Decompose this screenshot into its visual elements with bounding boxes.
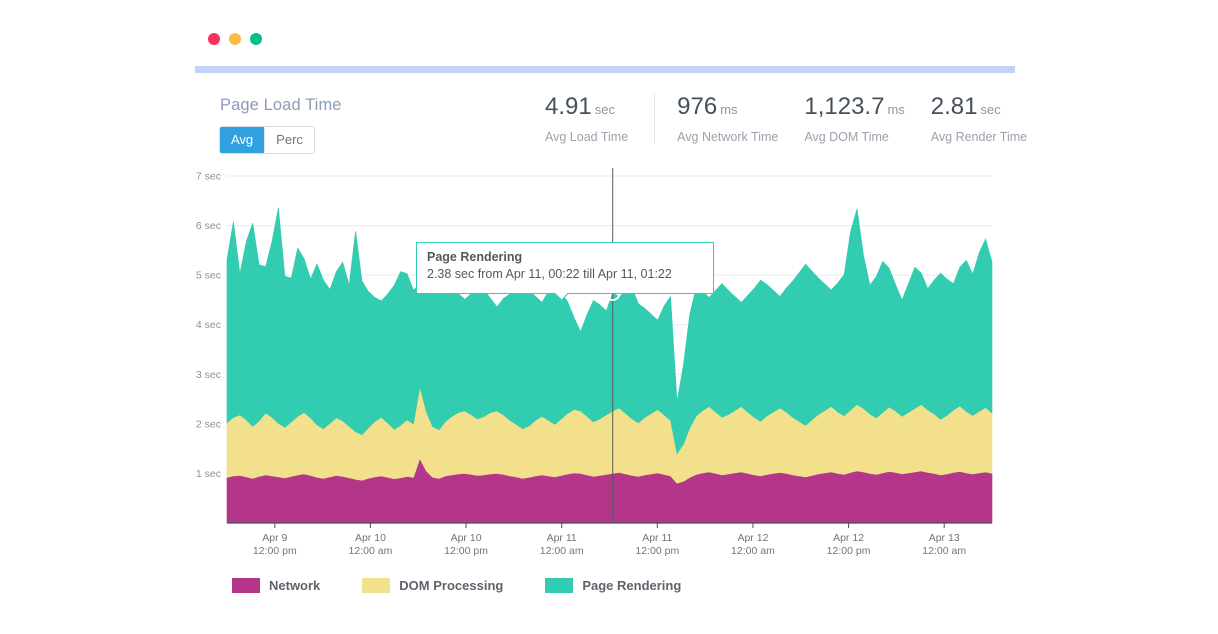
- svg-text:Apr 9: Apr 9: [262, 532, 287, 544]
- svg-text:Apr 11: Apr 11: [642, 532, 672, 544]
- svg-text:6 sec: 6 sec: [196, 220, 221, 232]
- metric-label: Avg Network Time: [677, 130, 779, 144]
- svg-text:2 sec: 2 sec: [196, 418, 221, 430]
- tooltip-body: 2.38 sec from Apr 11, 00:22 till Apr 11,…: [427, 267, 672, 281]
- chart-legend: Network DOM Processing Page Rendering: [232, 578, 723, 593]
- aggregation-toggle[interactable]: Avg Perc: [219, 126, 315, 154]
- legend-item-dom-processing[interactable]: DOM Processing: [362, 578, 503, 593]
- svg-text:12:00 pm: 12:00 pm: [253, 545, 297, 557]
- svg-text:12:00 pm: 12:00 pm: [444, 545, 488, 557]
- legend-swatch: [232, 578, 260, 593]
- svg-text:1 sec: 1 sec: [196, 468, 221, 480]
- svg-text:12:00 am: 12:00 am: [540, 545, 584, 557]
- tooltip-notch: [554, 293, 568, 302]
- svg-text:12:00 am: 12:00 am: [922, 545, 966, 557]
- svg-text:Apr 11: Apr 11: [547, 532, 577, 544]
- legend-label: Network: [269, 578, 321, 593]
- legend-swatch: [545, 578, 574, 593]
- svg-text:7 sec: 7 sec: [196, 171, 221, 183]
- close-icon[interactable]: [208, 33, 220, 45]
- svg-text:Apr 10: Apr 10: [355, 532, 386, 544]
- svg-text:12:00 pm: 12:00 pm: [635, 545, 679, 557]
- page-title: Page Load Time: [220, 96, 342, 114]
- svg-text:Apr 13: Apr 13: [929, 532, 960, 544]
- metric-label: Avg Render Time: [930, 130, 1028, 144]
- legend-label: DOM Processing: [399, 578, 504, 593]
- toggle-avg-button[interactable]: Avg: [220, 127, 265, 153]
- legend-swatch: [362, 578, 391, 593]
- svg-text:Apr 12: Apr 12: [833, 532, 864, 544]
- chart-tooltip: Page Rendering 2.38 sec from Apr 11, 00:…: [416, 242, 714, 294]
- metric-value: 2.81 sec: [930, 93, 1001, 120]
- svg-text:12:00 am: 12:00 am: [731, 545, 775, 557]
- metric-avg-network-time: 976 ms Avg Network Time: [654, 94, 782, 144]
- legend-label: Page Rendering: [582, 578, 682, 593]
- stacked-area-chart[interactable]: 1 sec 2 sec 3 sec 4 sec 5 sec 6 sec 7 sec Apr 9…: [195, 168, 1015, 568]
- metric-avg-render-time: 2.81 sec Avg Render Time: [930, 93, 1031, 145]
- svg-text:12:00 pm: 12:00 pm: [827, 545, 871, 557]
- accent-divider: [195, 66, 1015, 73]
- tooltip-title: Page Rendering: [427, 250, 523, 264]
- toggle-perc-button[interactable]: Perc: [264, 127, 314, 153]
- maximize-icon[interactable]: [250, 33, 262, 45]
- metrics-row: 4.91 sec Avg Load Time 976 ms Avg Network …: [545, 94, 1031, 144]
- panel-header: Page Load Time Avg Perc 4.91 sec Avg Load…: [195, 88, 1027, 158]
- svg-text:4 sec: 4 sec: [196, 319, 221, 331]
- svg-text:Apr 12: Apr 12: [737, 532, 768, 544]
- legend-item-network[interactable]: Network: [232, 578, 320, 593]
- legend-item-page-rendering[interactable]: Page Rendering: [545, 578, 681, 593]
- chart-canvas: 1 sec 2 sec 3 sec 4 sec 5 sec 6 sec 7 sec Apr 9…: [196, 168, 993, 557]
- metric-avg-dom-time: 1,123.7 ms Avg DOM Time: [804, 93, 908, 145]
- svg-text:Apr 10: Apr 10: [451, 532, 482, 544]
- minimize-icon[interactable]: [229, 33, 241, 45]
- metric-value: 976 ms: [677, 93, 738, 120]
- metric-value: 4.91 sec: [545, 93, 615, 120]
- metric-value: 1,123.7 ms: [804, 93, 905, 120]
- svg-text:12:00 am: 12:00 am: [349, 545, 393, 557]
- svg-text:3 sec: 3 sec: [196, 369, 221, 381]
- metric-label: Avg DOM Time: [804, 130, 889, 144]
- svg-text:5 sec: 5 sec: [196, 270, 221, 282]
- metric-avg-load-time: 4.91 sec Avg Load Time: [545, 93, 632, 145]
- metric-label: Avg Load Time: [545, 130, 629, 144]
- page-load-time-panel: Page Load Time Avg Perc 4.91 sec Avg Load…: [0, 0, 1218, 634]
- window-controls[interactable]: [208, 33, 268, 47]
